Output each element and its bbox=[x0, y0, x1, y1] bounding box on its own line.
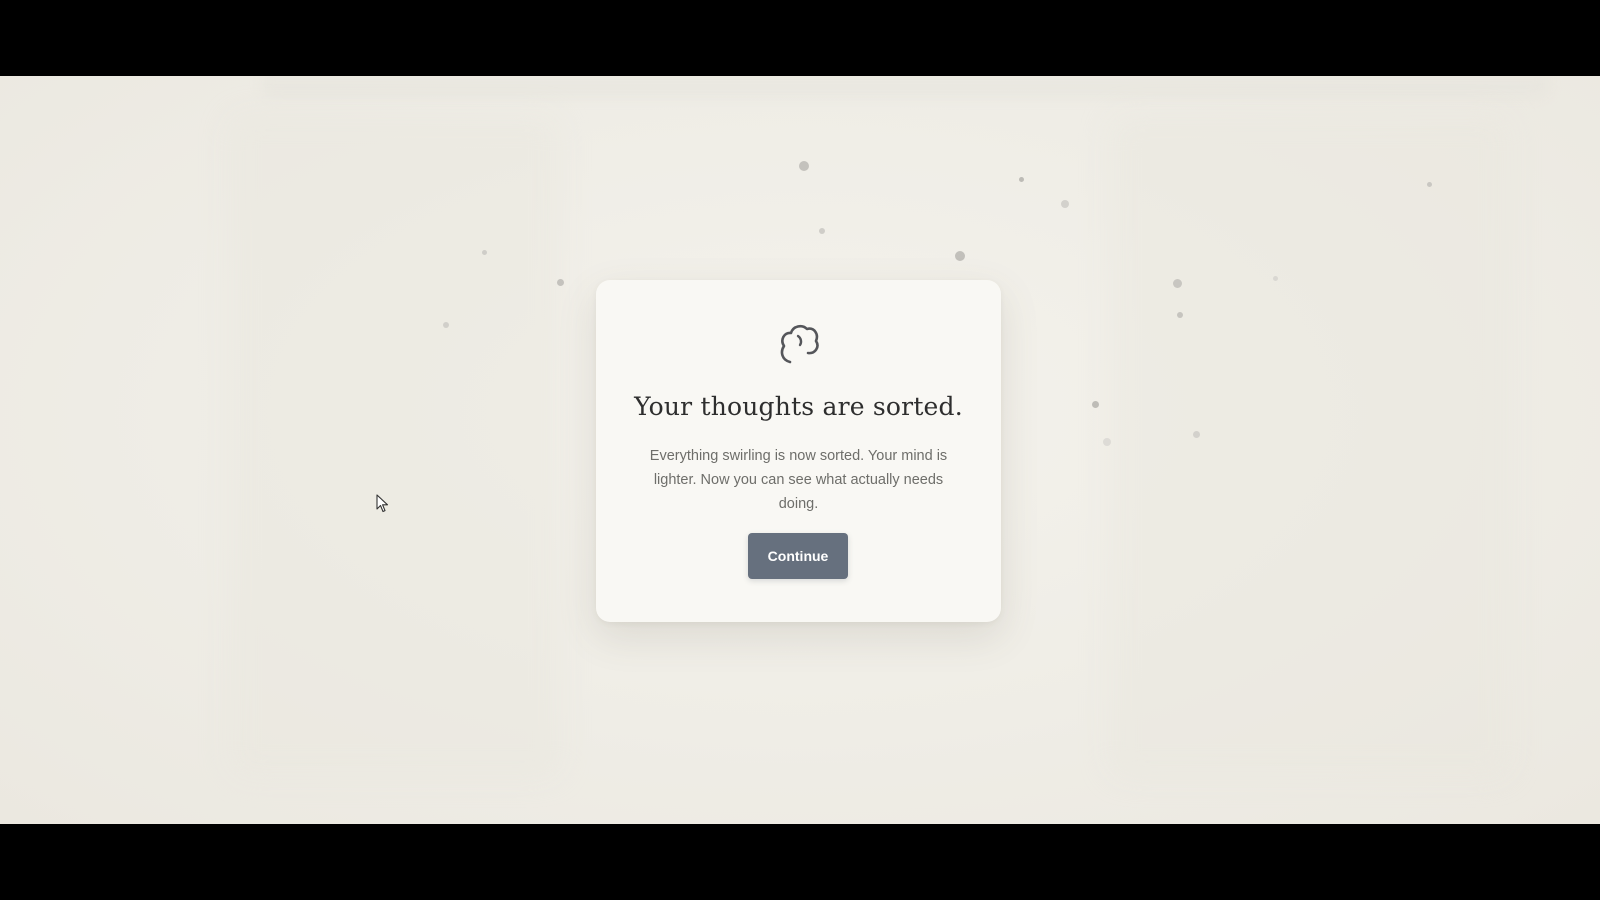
particle bbox=[1019, 177, 1024, 182]
particle bbox=[1273, 276, 1278, 281]
blurred-panel-left bbox=[230, 116, 560, 776]
particle bbox=[1193, 431, 1200, 438]
mouse-cursor-icon bbox=[376, 494, 389, 513]
particle bbox=[1103, 438, 1111, 446]
particle bbox=[1061, 200, 1069, 208]
particle bbox=[1092, 401, 1099, 408]
completion-dialog: Your thoughts are sorted. Everything swi… bbox=[596, 280, 1001, 622]
particle bbox=[443, 322, 449, 328]
particle bbox=[557, 279, 564, 286]
letterbox-bottom bbox=[0, 824, 1600, 900]
continue-button[interactable]: Continue bbox=[748, 533, 848, 579]
app-background: Your thoughts are sorted. Everything swi… bbox=[0, 76, 1600, 824]
particle bbox=[1177, 312, 1183, 318]
dialog-title: Your thoughts are sorted. bbox=[634, 392, 963, 421]
particle bbox=[955, 251, 965, 261]
particle bbox=[482, 250, 487, 255]
particle bbox=[1427, 182, 1432, 187]
particle bbox=[799, 161, 809, 171]
cloud-icon bbox=[780, 324, 819, 364]
particle bbox=[819, 228, 825, 234]
blurred-header bbox=[262, 76, 1548, 98]
particle bbox=[1173, 279, 1182, 288]
blurred-panel-right bbox=[1110, 116, 1510, 776]
dialog-message: Everything swirling is now sorted. Your … bbox=[649, 448, 948, 512]
letterbox-top bbox=[0, 0, 1600, 76]
